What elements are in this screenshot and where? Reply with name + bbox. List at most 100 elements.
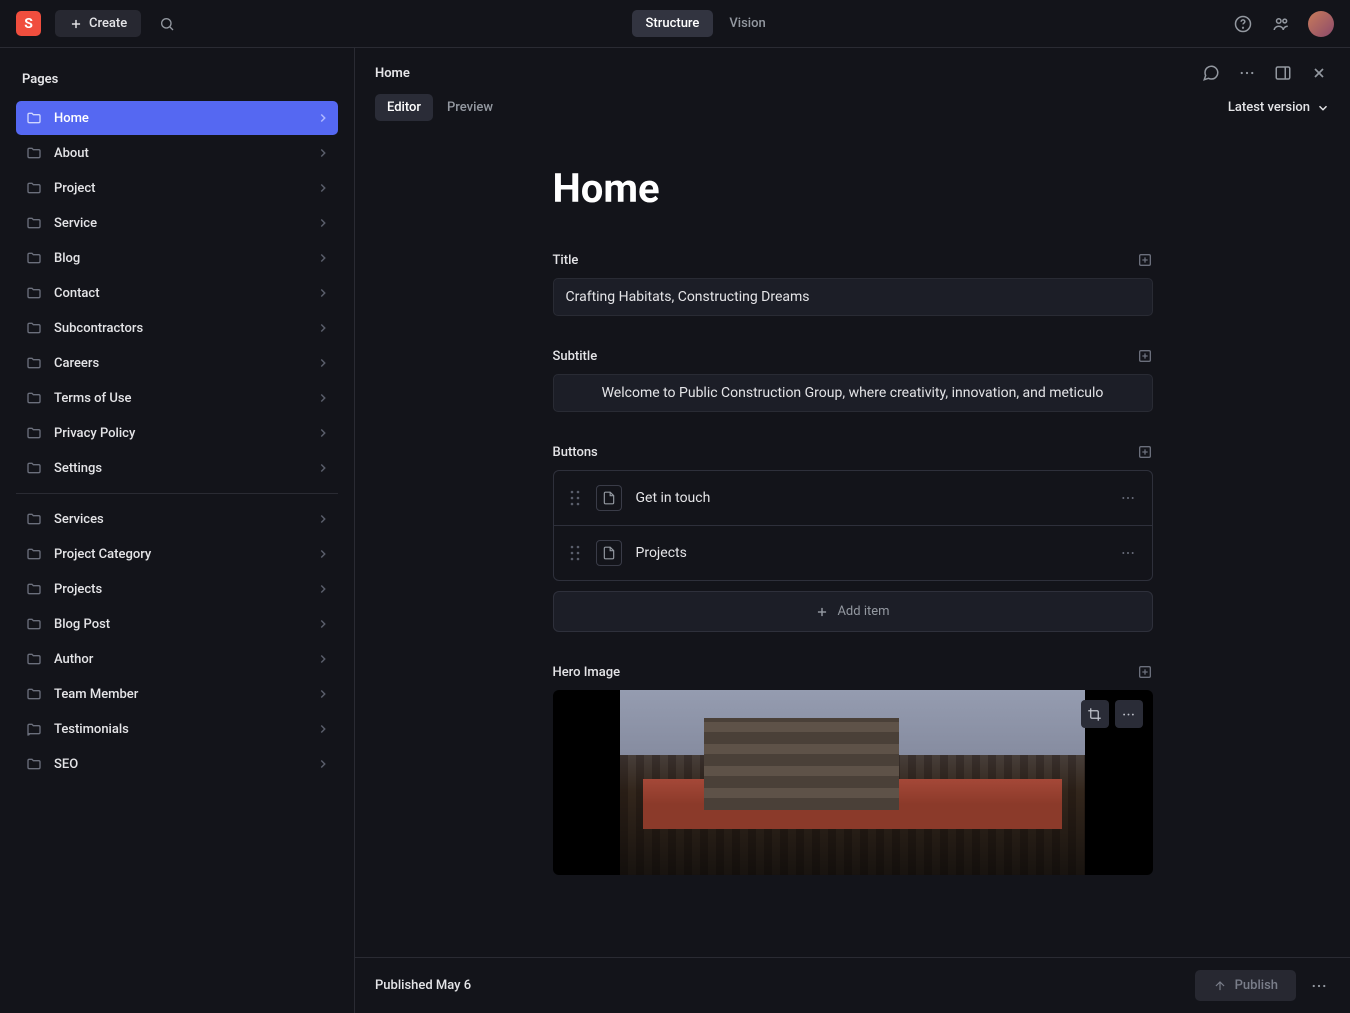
sidebar-item-seo[interactable]: SEO: [16, 747, 338, 781]
folder-icon: [26, 250, 42, 266]
footer-more-button[interactable]: [1308, 975, 1330, 997]
sidebar-item-testimonials[interactable]: Testimonials: [16, 712, 338, 746]
chevron-right-icon: [316, 512, 330, 526]
row-label: Get in touch: [636, 490, 1106, 506]
editor-inner: Home Title Subtitle: [553, 135, 1153, 937]
sidebar-item-projects[interactable]: Projects: [16, 572, 338, 606]
sidebar-item-services[interactable]: Services: [16, 502, 338, 536]
sidebar-item-project-category[interactable]: Project Category: [16, 537, 338, 571]
field-header: Subtitle: [553, 348, 1153, 364]
users-button[interactable]: [1270, 13, 1292, 35]
hero-image-container[interactable]: [553, 690, 1153, 875]
folder-icon: [26, 581, 42, 597]
topbar-right: [1232, 11, 1334, 37]
sidebar-item-settings[interactable]: Settings: [16, 451, 338, 485]
tab-vision[interactable]: Vision: [715, 10, 779, 37]
ai-generate-icon[interactable]: [1137, 348, 1153, 364]
sidebar-item-subcontractors[interactable]: Subcontractors: [16, 311, 338, 345]
title-input[interactable]: [553, 278, 1153, 316]
version-selector[interactable]: Latest version: [1228, 100, 1330, 115]
chevron-right-icon: [316, 181, 330, 195]
content-header: Home: [355, 48, 1350, 94]
row-label: Projects: [636, 545, 1106, 561]
sidebar-item-blog[interactable]: Blog: [16, 241, 338, 275]
chevron-right-icon: [316, 722, 330, 736]
sidebar-item-label: Project Category: [54, 547, 151, 562]
folder-icon: [26, 756, 42, 772]
sidebar-item-about[interactable]: About: [16, 136, 338, 170]
folder-icon: [26, 390, 42, 406]
sidebar-item-author[interactable]: Author: [16, 642, 338, 676]
add-item-button[interactable]: Add item: [553, 591, 1153, 632]
chevron-right-icon: [316, 547, 330, 561]
sidebar-item-careers[interactable]: Careers: [16, 346, 338, 380]
row-more-button[interactable]: [1120, 490, 1136, 506]
create-label: Create: [89, 16, 127, 31]
folder-icon: [26, 180, 42, 196]
search-button[interactable]: [155, 12, 179, 36]
sidebar-item-label: Testimonials: [54, 722, 129, 737]
list-row[interactable]: Get in touch: [554, 471, 1152, 526]
sidebar-item-terms[interactable]: Terms of Use: [16, 381, 338, 415]
folder-icon: [26, 320, 42, 336]
folder-icon: [26, 425, 42, 441]
comments-button[interactable]: [1200, 62, 1222, 84]
drag-handle-icon[interactable]: [570, 490, 582, 506]
sidebar-item-label: Team Member: [54, 687, 138, 702]
folder-icon: [26, 721, 42, 737]
publish-status: Published May 6: [375, 978, 471, 993]
list-row[interactable]: Projects: [554, 526, 1152, 580]
sidebar-item-contact[interactable]: Contact: [16, 276, 338, 310]
subtitle-input[interactable]: [553, 374, 1153, 412]
tab-preview[interactable]: Preview: [435, 94, 505, 121]
folder-icon: [26, 686, 42, 702]
create-button[interactable]: Create: [55, 10, 141, 37]
sidebar-item-blog-post[interactable]: Blog Post: [16, 607, 338, 641]
ai-generate-icon[interactable]: [1137, 664, 1153, 680]
tab-structure[interactable]: Structure: [632, 10, 714, 37]
sidebar-item-label: Services: [54, 512, 104, 527]
ai-generate-icon[interactable]: [1137, 252, 1153, 268]
breadcrumb: Home: [375, 66, 410, 81]
close-button[interactable]: [1308, 62, 1330, 84]
topbar-left: S Create: [16, 10, 179, 37]
publish-button[interactable]: Publish: [1195, 970, 1296, 1001]
row-more-button[interactable]: [1120, 545, 1136, 561]
chevron-right-icon: [316, 652, 330, 666]
sidebar-item-project[interactable]: Project: [16, 171, 338, 205]
chevron-right-icon: [316, 111, 330, 125]
more-button[interactable]: [1236, 62, 1258, 84]
document-icon: [596, 485, 622, 511]
sidebar-item-label: Service: [54, 216, 97, 231]
drag-handle-icon[interactable]: [570, 545, 582, 561]
help-button[interactable]: [1232, 13, 1254, 35]
user-avatar[interactable]: [1308, 11, 1334, 37]
hero-image: [620, 690, 1085, 875]
folder-icon: [26, 460, 42, 476]
field-buttons: Buttons Get in touch: [553, 444, 1153, 632]
image-more-button[interactable]: [1115, 700, 1143, 728]
folder-icon: [26, 110, 42, 126]
split-panel-button[interactable]: [1272, 62, 1294, 84]
ai-generate-icon[interactable]: [1137, 444, 1153, 460]
folder-icon: [26, 145, 42, 161]
field-header: Hero Image: [553, 664, 1153, 680]
crop-button[interactable]: [1081, 700, 1109, 728]
sidebar-item-label: Author: [54, 652, 93, 667]
app-logo[interactable]: S: [16, 11, 41, 36]
sidebar-item-team-member[interactable]: Team Member: [16, 677, 338, 711]
folder-icon: [26, 215, 42, 231]
sidebar-item-service[interactable]: Service: [16, 206, 338, 240]
sidebar-item-label: Terms of Use: [54, 391, 131, 406]
chevron-right-icon: [316, 687, 330, 701]
sidebar-item-home[interactable]: Home: [16, 101, 338, 135]
add-item-label: Add item: [837, 604, 889, 619]
hero-image-detail: [643, 746, 1062, 829]
hero-actions: [1081, 700, 1143, 728]
header-actions: [1200, 62, 1330, 84]
tab-editor[interactable]: Editor: [375, 94, 433, 121]
sidebar-item-privacy[interactable]: Privacy Policy: [16, 416, 338, 450]
editor-body[interactable]: Home Title Subtitle: [355, 135, 1350, 1013]
field-header: Buttons: [553, 444, 1153, 460]
buttons-list: Get in touch Projects: [553, 470, 1153, 581]
